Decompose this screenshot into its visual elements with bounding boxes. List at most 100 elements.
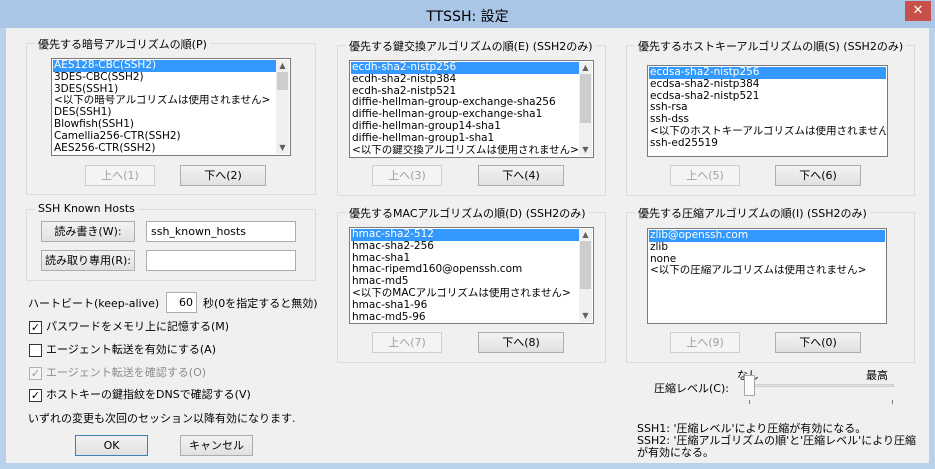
cipher-up-button[interactable]: 上へ(1)	[85, 165, 155, 186]
compression-list[interactable]: zlib@openssh.com zlib none <以下の圧縮アルゴリズムは使用さ…	[647, 228, 887, 324]
list-item[interactable]: ecdsa-sha2-nistp384	[649, 79, 886, 91]
list-item[interactable]: 3DES-CBC(SSH2)	[53, 72, 276, 84]
scrollbar[interactable]: ▲ ▼	[579, 229, 592, 322]
kex-items: ecdh-sha2-nistp256 ecdh-sha2-nistp384 ecdh…	[351, 62, 579, 156]
list-item[interactable]: Camellia256-CTR(SSH2)	[53, 131, 276, 143]
scroll-up-icon[interactable]: ▲	[579, 62, 592, 74]
list-item[interactable]: hmac-sha1-96	[351, 300, 579, 312]
read-only-button[interactable]: 読み取り専用(R):	[41, 250, 135, 271]
list-item[interactable]: ecdh-sha2-nistp384	[351, 74, 579, 86]
cipher-items: AES128-CBC(SSH2) 3DES-CBC(SSH2) 3DES(SSH1)…	[53, 60, 276, 154]
read-write-button[interactable]: 読み書き(W):	[41, 221, 135, 242]
hostkey-list[interactable]: ecdsa-sha2-nistp256 ecdsa-sha2-nistp384 ec…	[647, 65, 888, 157]
remember-password-checkbox[interactable]: ✓ パスワードをメモリ上に記憶する(M)	[29, 319, 229, 335]
list-item[interactable]: hmac-sha2-256	[351, 241, 579, 253]
cancel-button[interactable]: キャンセル	[180, 435, 253, 456]
mac-items: hmac-sha2-512 hmac-sha2-256 hmac-sha1 hmac-…	[351, 229, 579, 323]
hostkey-down-button[interactable]: 下へ(6)	[775, 165, 861, 186]
ok-button[interactable]: OK	[75, 435, 148, 456]
list-item[interactable]: hmac-md5-96	[351, 312, 579, 323]
list-item[interactable]: diffie-hellman-group1-sha1	[351, 133, 579, 145]
scroll-up-icon[interactable]: ▲	[276, 60, 289, 72]
scroll-thumb[interactable]	[277, 72, 288, 90]
list-item[interactable]: <以下のホストキーアルゴリズムは使用されません>	[649, 126, 886, 138]
check-icon: ✓	[29, 388, 42, 402]
mac-up-button[interactable]: 上へ(7)	[372, 332, 442, 353]
kex-group: 優先する鍵交換アルゴリズムの順(E) (SSH2のみ) ecdh-sha2-ni…	[337, 38, 606, 196]
list-item[interactable]: diffie-hellman-group14-sha1	[351, 121, 579, 133]
heartbeat-input[interactable]: 60	[166, 292, 197, 313]
check-icon: ✓	[29, 366, 42, 380]
agent-forward-checkbox[interactable]: エージェント転送を有効にする(A)	[29, 342, 216, 358]
known-hosts-rw-input[interactable]: ssh_known_hosts	[146, 221, 296, 242]
list-item[interactable]: diffie-hellman-group-exchange-sha256	[351, 97, 579, 109]
mac-list[interactable]: hmac-sha2-512 hmac-sha2-256 hmac-sha1 hmac-…	[349, 227, 594, 324]
list-item[interactable]: ecdsa-sha2-nistp256	[649, 67, 886, 79]
list-item[interactable]: Blowfish(SSH1)	[53, 119, 276, 131]
compression-items: zlib@openssh.com zlib none <以下の圧縮アルゴリズムは使用さ…	[649, 230, 885, 277]
list-item[interactable]: zlib@openssh.com	[649, 230, 885, 242]
scroll-thumb[interactable]	[580, 241, 591, 289]
compression-slider-track[interactable]	[744, 384, 894, 387]
mac-down-button[interactable]: 下へ(8)	[478, 332, 564, 353]
scroll-thumb[interactable]	[580, 74, 591, 123]
cipher-down-button[interactable]: 下へ(2)	[180, 165, 266, 186]
window-title: TTSSH: 設定	[426, 9, 509, 25]
agent-confirm-checkbox[interactable]: ✓ エージェント転送を確認する(O)	[29, 365, 206, 381]
close-button[interactable]: ✕	[905, 1, 931, 21]
list-item[interactable]: ecdh-sha2-nistp256	[351, 62, 579, 74]
scroll-down-icon[interactable]: ▼	[579, 310, 592, 322]
list-item[interactable]: ssh-dss	[649, 114, 886, 126]
scrollbar[interactable]: ▲ ▼	[276, 60, 289, 154]
list-item[interactable]: hmac-sha1	[351, 253, 579, 265]
scroll-down-icon[interactable]: ▼	[276, 142, 289, 154]
slider-tick	[892, 400, 893, 404]
list-item[interactable]: diffie-hellman-group-exchange-sha1	[351, 109, 579, 121]
kex-down-button[interactable]: 下へ(4)	[478, 165, 564, 186]
compression-up-button[interactable]: 上へ(9)	[670, 332, 740, 353]
list-item[interactable]: <以下の圧縮アルゴリズムは使用されません>	[649, 265, 885, 277]
list-item[interactable]: DES(SSH1)	[53, 107, 276, 119]
kex-list[interactable]: ecdh-sha2-nistp256 ecdh-sha2-nistp384 ecdh…	[349, 60, 594, 158]
list-item[interactable]: ecdh-sha2-nistp521	[351, 86, 579, 98]
list-item[interactable]: ecdsa-sha2-nistp521	[649, 91, 886, 103]
list-item[interactable]: zlib	[649, 242, 885, 254]
dialog-client: 優先する暗号アルゴリズムの順(P) AES128-CBC(SSH2) 3DES-C…	[6, 28, 929, 463]
dns-fingerprint-checkbox[interactable]: ✓ ホストキーの鍵指紋をDNSで確認する(V)	[29, 387, 251, 403]
list-item[interactable]: hmac-md5	[351, 276, 579, 288]
scroll-down-icon[interactable]: ▼	[579, 144, 592, 156]
hostkey-up-button[interactable]: 上へ(5)	[670, 165, 740, 186]
list-item[interactable]: <以下のMACアルゴリズムは使用されません>	[351, 288, 579, 300]
compression-down-button[interactable]: 下へ(0)	[775, 332, 861, 353]
list-item[interactable]: ssh-rsa	[649, 102, 886, 114]
checkbox-label: エージェント転送を有効にする(A)	[46, 343, 216, 356]
hostkey-group-label: 優先するホストキーアルゴリズムの順(S) (SSH2のみ)	[635, 38, 907, 54]
hostkey-group: 優先するホストキーアルゴリズムの順(S) (SSH2のみ) ecdsa-sha2…	[626, 38, 915, 196]
list-item[interactable]: <以下の鍵交換アルゴリズムは使用されません>	[351, 145, 579, 157]
known-hosts-ro-input[interactable]	[146, 250, 296, 271]
list-item[interactable]: hmac-sha2-512	[351, 229, 579, 241]
mac-group: 優先するMACアルゴリズムの順(D) (SSH2のみ) hmac-sha2-51…	[337, 205, 606, 363]
checkbox-label: パスワードをメモリ上に記憶する(M)	[46, 320, 230, 333]
heartbeat-suffix: 秒(0を指定すると無効)	[203, 297, 318, 310]
scrollbar[interactable]: ▲ ▼	[579, 62, 592, 156]
list-item[interactable]: AES128-CBC(SSH2)	[53, 60, 276, 72]
title-bar[interactable]: TTSSH: 設定 ✕	[0, 0, 935, 28]
checkbox-label: エージェント転送を確認する(O)	[46, 366, 207, 379]
cipher-group: 優先する暗号アルゴリズムの順(P) AES128-CBC(SSH2) 3DES-C…	[26, 36, 316, 195]
heartbeat-label: ハートビート(keep-alive)	[28, 297, 160, 310]
list-item[interactable]: hmac-ripemd160@openssh.com	[351, 264, 579, 276]
checkbox-label: ホストキーの鍵指紋をDNSで確認する(V)	[46, 388, 251, 401]
list-item[interactable]: 3DES(SSH1)	[53, 84, 276, 96]
compression-slider-thumb[interactable]	[744, 375, 755, 396]
list-item[interactable]: <以下の暗号アルゴリズムは使用されません>	[53, 95, 276, 107]
scroll-up-icon[interactable]: ▲	[579, 229, 592, 241]
list-item[interactable]: ssh-ed25519	[649, 138, 886, 150]
list-item[interactable]: none	[649, 254, 885, 266]
info-line-3: が有効になる。	[637, 446, 714, 459]
list-item[interactable]: AES256-CTR(SSH2)	[53, 143, 276, 155]
mac-group-label: 優先するMACアルゴリズムの順(D) (SSH2のみ)	[346, 205, 589, 221]
note-text: いずれの変更も次回のセッション以降有効になります.	[28, 412, 296, 425]
cipher-list[interactable]: AES128-CBC(SSH2) 3DES-CBC(SSH2) 3DES(SSH1)…	[51, 58, 291, 156]
kex-up-button[interactable]: 上へ(3)	[372, 165, 442, 186]
